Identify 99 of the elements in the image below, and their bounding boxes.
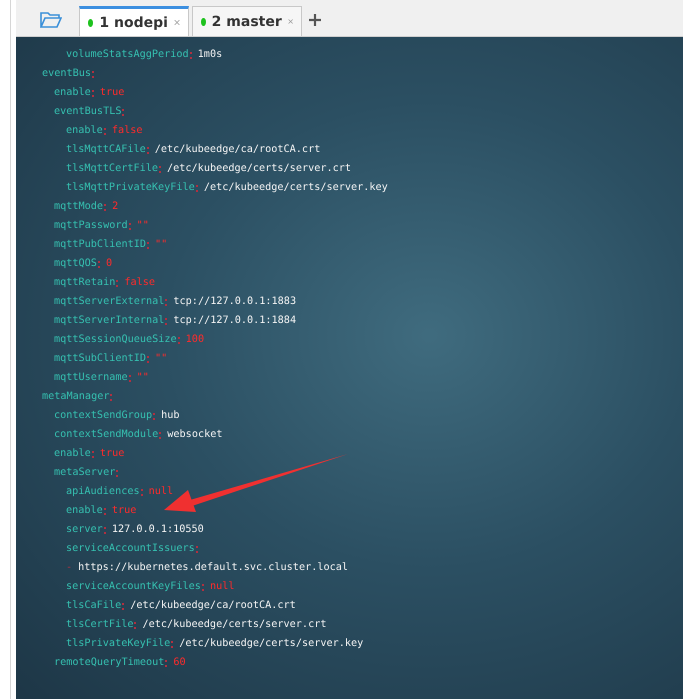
colon-icon — [178, 337, 180, 344]
yaml-value: 100 — [186, 333, 204, 347]
colon-icon — [190, 52, 192, 59]
yaml-value: /etc/kubeedge/certs/server.crt — [142, 618, 326, 632]
colon-icon — [92, 71, 94, 78]
yaml-key: enable — [54, 444, 91, 463]
colon-icon — [153, 413, 156, 420]
colon-icon — [92, 90, 94, 97]
colon-icon — [122, 603, 124, 610]
close-icon[interactable] — [174, 18, 180, 27]
yaml-key: mqttPassword — [54, 216, 128, 235]
yaml-key: mqttServerInternal — [54, 311, 164, 330]
colon-icon — [92, 451, 94, 458]
yaml-value: tcp://127.0.0.1:1884 — [173, 314, 296, 328]
yaml-key: mqttQOS — [54, 254, 97, 273]
yaml-value: false — [112, 124, 142, 138]
colon-icon — [171, 641, 174, 648]
yaml-key: contextSendModule — [54, 425, 158, 444]
yaml-value: 0 — [106, 257, 112, 271]
colon-icon — [110, 394, 112, 401]
yaml-key: tlsMqttCAFile — [66, 140, 146, 159]
colon-icon — [159, 166, 162, 173]
colon-icon — [116, 280, 118, 287]
yaml-key: tlsMqttCertFile — [66, 159, 158, 178]
colon-icon — [140, 489, 143, 496]
yaml-key: enable — [66, 501, 103, 520]
colon-icon — [116, 470, 118, 477]
colon-icon — [128, 375, 131, 382]
colon-icon — [165, 299, 168, 306]
yaml-key: eventBus — [42, 64, 92, 83]
colon-icon — [202, 584, 204, 591]
yaml-key: contextSendGroup — [54, 406, 152, 425]
yaml-value: "" — [155, 352, 168, 366]
colon-icon — [104, 527, 106, 534]
yaml-value: 2 — [112, 200, 118, 214]
yaml-key: metaServer — [54, 463, 116, 482]
yaml-key: volumeStatsAggPeriod — [66, 45, 189, 64]
yaml-key: enable — [54, 83, 91, 102]
yaml-key: server — [66, 520, 103, 539]
colon-icon — [128, 223, 131, 230]
yaml-value: /etc/kubeedge/ca/rootCA.crt — [154, 143, 320, 157]
colon-icon — [98, 261, 100, 268]
colon-icon — [165, 660, 168, 667]
yaml-key: apiAudiences — [66, 482, 140, 501]
colon-icon — [147, 242, 150, 249]
yaml-key: serviceAccountKeyFiles — [66, 577, 201, 596]
yaml-value: 127.0.0.1:10550 — [112, 523, 204, 537]
colon-icon — [104, 128, 106, 135]
yaml-key: metaManager — [42, 387, 110, 406]
yaml-value: /etc/kubeedge/certs/server.crt — [167, 162, 352, 176]
colon-icon — [134, 622, 136, 629]
add-tab-icon[interactable] — [309, 14, 321, 26]
yaml-value: 1m0s — [198, 48, 222, 62]
colon-icon — [196, 546, 198, 553]
yaml-key: eventBusTLS — [54, 102, 122, 121]
colon-icon — [147, 356, 150, 363]
yaml-value: null — [148, 485, 174, 499]
folder-icon[interactable] — [40, 11, 62, 29]
terminal-tab[interactable]: 2 master — [192, 6, 302, 36]
colon-icon — [122, 109, 124, 116]
colon-icon — [104, 508, 106, 515]
yaml-value: "" — [136, 219, 149, 233]
yaml-list-item: https://kubernetes.default.svc.cluster.local — [78, 561, 348, 575]
yaml-key: mqttMode — [54, 197, 104, 216]
colon-icon — [146, 147, 149, 154]
yaml-key: mqttServerExternal — [54, 292, 164, 311]
yaml-value: null — [210, 580, 234, 594]
yaml-value: /etc/kubeedge/ca/rootCA.crt — [130, 599, 296, 613]
yaml-key: mqttRetain — [54, 273, 116, 292]
colon-icon — [196, 185, 198, 192]
yaml-value: "" — [155, 238, 168, 252]
yaml-key: enable — [66, 121, 103, 140]
yaml-value: /etc/kubeedge/certs/server.key — [179, 637, 364, 651]
yaml-key: tlsCertFile — [66, 615, 134, 634]
yaml-value: /etc/kubeedge/certs/server.key — [204, 181, 388, 195]
yaml-value: true — [100, 86, 124, 100]
yaml-key: tlsPrivateKeyFile — [66, 634, 170, 653]
yaml-value: tcp://127.0.0.1:1883 — [173, 295, 296, 309]
yaml-key: mqttSessionQueueSize — [54, 330, 177, 349]
yaml-key: mqttPubClientID — [54, 235, 146, 254]
yaml-value: false — [124, 276, 156, 290]
colon-icon — [165, 318, 168, 325]
yaml-value: true — [112, 504, 136, 518]
list-dash: - — [66, 561, 72, 575]
yaml-key: mqttUsername — [54, 368, 128, 387]
yaml-key: remoteQueryTimeout — [54, 653, 164, 672]
yaml-key: mqttSubClientID — [54, 349, 146, 368]
yaml-value: 60 — [173, 656, 186, 670]
colon-icon — [104, 204, 106, 211]
terminal-tab[interactable]: 1 nodepi — [79, 6, 189, 36]
yaml-value: true — [100, 447, 124, 461]
yaml-key: tlsCaFile — [66, 596, 122, 615]
yaml-value: "" — [136, 371, 149, 385]
yaml-key: serviceAccountIssuers — [66, 539, 195, 558]
yaml-value: websocket — [167, 428, 222, 442]
yaml-key: tlsMqttPrivateKeyFile — [66, 178, 195, 197]
colon-icon — [159, 432, 162, 439]
close-icon[interactable] — [288, 17, 293, 26]
yaml-value: hub — [161, 409, 180, 423]
